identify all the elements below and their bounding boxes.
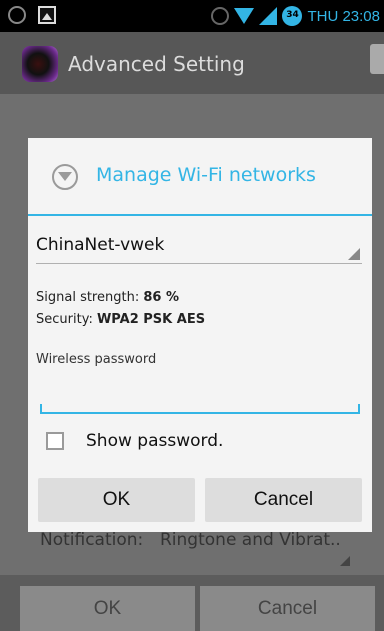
wifi-dropdown-icon — [52, 164, 78, 190]
security-label: Security: — [36, 312, 93, 327]
notification-spinner[interactable]: Ringtone and Vibrat.. — [160, 530, 350, 550]
wifi-icon — [234, 8, 255, 24]
underlying-ok-button[interactable]: OK — [20, 586, 195, 631]
page-title: Advanced Setting — [68, 52, 245, 76]
cancel-button[interactable]: Cancel — [205, 478, 362, 522]
notification-label: Notification: — [40, 530, 144, 550]
manage-wifi-dialog: Manage Wi-Fi networks ChinaNet-vwek Sign… — [28, 138, 372, 532]
alarm-icon — [211, 7, 230, 25]
spinner-arrow-icon — [348, 248, 360, 260]
password-label: Wireless password — [36, 352, 157, 367]
overflow-menu-icon[interactable] — [370, 44, 384, 74]
dialog-divider — [28, 214, 372, 216]
ssid-spinner[interactable]: ChinaNet-vwek — [36, 233, 362, 264]
password-field-edge — [40, 404, 42, 412]
status-time: THU 23:08 — [307, 7, 380, 25]
security-row: Security: WPA2 PSK AES — [36, 312, 205, 327]
signal-strength-value: 86 % — [143, 290, 179, 305]
dialog-header: Manage Wi-Fi networks — [28, 138, 372, 214]
app-logo-icon[interactable] — [22, 46, 58, 82]
photo-icon — [38, 6, 56, 24]
ok-button[interactable]: OK — [38, 478, 195, 522]
show-password-label[interactable]: Show password. — [86, 431, 223, 451]
signal-icon — [259, 7, 278, 25]
security-value: WPA2 PSK AES — [96, 312, 206, 327]
spinner-arrow-icon — [340, 556, 350, 566]
status-bar: 34 THU 23:08 — [0, 0, 384, 32]
ssid-value: ChinaNet-vwek — [36, 235, 165, 255]
underlying-cancel-button[interactable]: Cancel — [200, 586, 375, 631]
password-field-edge — [358, 404, 360, 412]
action-bar: Advanced Setting — [0, 32, 384, 94]
dialog-title: Manage Wi-Fi networks — [96, 164, 316, 186]
battery-icon: 34 — [282, 6, 303, 26]
signal-strength-label: Signal strength: — [36, 290, 140, 305]
debug-icon — [8, 6, 26, 24]
show-password-checkbox[interactable] — [46, 432, 64, 450]
status-icons: 34 THU 23:08 — [211, 0, 380, 32]
show-password-row[interactable]: Show password. — [46, 426, 223, 456]
password-field[interactable] — [40, 388, 360, 414]
signal-strength-row: Signal strength: 86 % — [36, 290, 179, 305]
